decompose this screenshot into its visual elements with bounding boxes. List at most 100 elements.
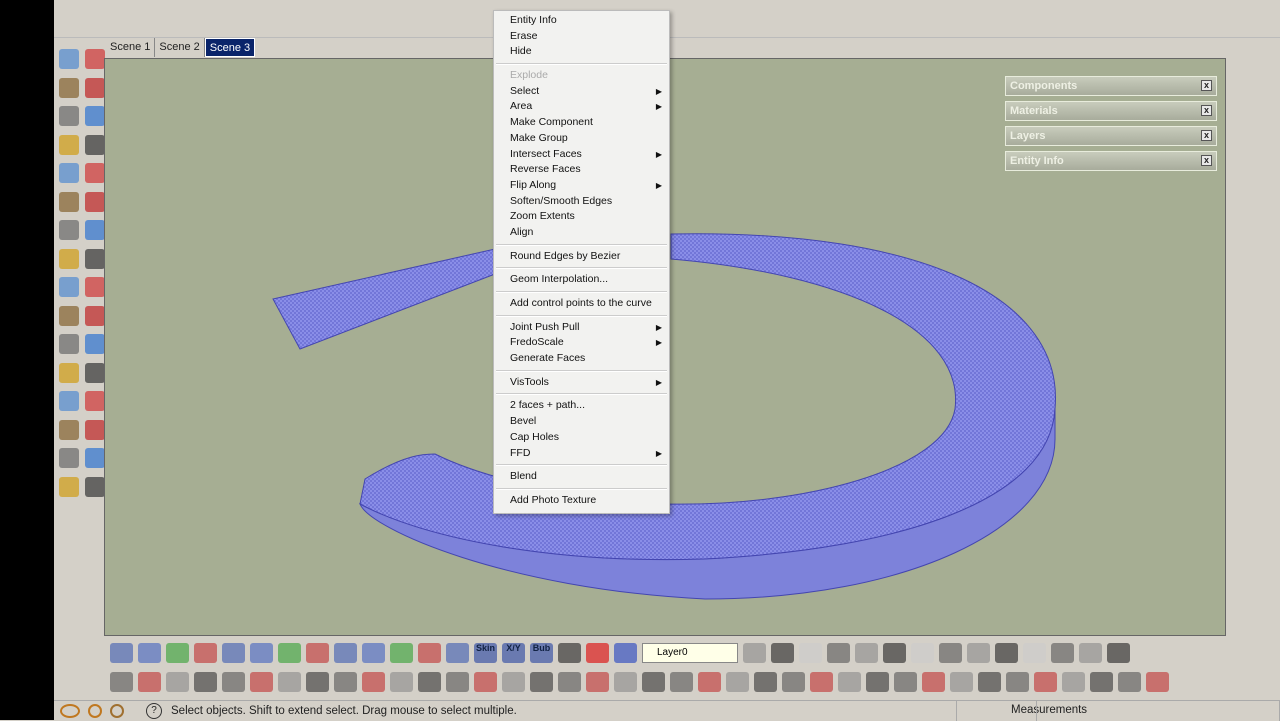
tool-icon[interactable] [390,643,413,663]
tool-icon[interactable] [85,220,105,240]
menu-item-bevel[interactable]: Bevel [494,414,669,430]
tool-icon[interactable] [418,672,441,692]
tool-icon[interactable] [362,672,385,692]
tool-icon[interactable] [278,643,301,663]
tool-icon[interactable] [866,672,889,692]
tool-icon[interactable] [390,672,413,692]
menu-item-erase[interactable]: Erase [494,29,669,45]
tool-icon[interactable] [530,672,553,692]
tool-icon[interactable] [334,643,357,663]
tool-icon[interactable] [855,643,878,663]
tool-icon[interactable] [810,672,833,692]
tool-icon[interactable] [922,672,945,692]
menu-item-blend[interactable]: Blend [494,469,669,485]
tool-icon[interactable] [194,672,217,692]
tool-icon[interactable] [1146,672,1169,692]
menu-item-align[interactable]: Align [494,225,669,241]
menu-item-intersect-faces[interactable]: Intersect Faces ▶ [494,147,669,163]
menu-item-ffd[interactable]: FFD ▶ [494,446,669,462]
tool-icon[interactable] [59,248,79,269]
tool-icon[interactable] [250,672,273,692]
menu-item-cap-holes[interactable]: Cap Holes [494,430,669,446]
tool-icon[interactable] [502,672,525,692]
tool-icon[interactable] [726,672,749,692]
menu-item-reverse-faces[interactable]: Reverse Faces [494,162,669,178]
tool-icon[interactable] [85,248,105,269]
tool-icon[interactable] [59,334,79,354]
tool-icon[interactable] [306,672,329,692]
bub-button[interactable]: Bub [530,643,553,663]
tool-icon[interactable] [995,643,1018,663]
menu-item-hide[interactable]: Hide [494,44,669,60]
tool-icon[interactable] [446,643,469,663]
tool-icon[interactable] [85,106,105,126]
tool-icon[interactable] [194,643,217,663]
tool-icon[interactable] [59,77,79,98]
tray-layers[interactable]: Layers x [1005,126,1217,146]
tool-icon[interactable] [59,106,79,126]
tool-icon[interactable] [85,191,105,212]
menu-item-entity-info[interactable]: Entity Info [494,13,669,29]
tool-icon[interactable] [85,134,105,155]
geo-icon[interactable] [60,703,80,718]
tab-scene-3[interactable]: Scene 3 [204,38,256,57]
menu-item-add-control-points-to-the-curve[interactable]: Add control points to the curve [494,296,669,312]
tool-icon[interactable] [1107,643,1130,663]
menu-item-fredoscale[interactable]: FredoScale ▶ [494,335,669,351]
tool-icon[interactable] [586,643,609,663]
tool-icon[interactable] [1023,643,1046,663]
skin-button[interactable]: Skin [474,643,497,663]
tool-icon[interactable] [418,643,441,663]
tool-icon[interactable] [1051,643,1074,663]
tool-icon[interactable] [911,643,934,663]
tool-icon[interactable] [939,643,962,663]
tool-icon[interactable] [59,448,79,468]
tool-icon[interactable] [446,672,469,692]
tool-icon[interactable] [59,305,79,326]
tool-icon[interactable] [59,49,79,69]
close-icon[interactable]: x [1201,80,1212,91]
tool-icon[interactable] [1034,672,1057,692]
tray-entity-info[interactable]: Entity Info x [1005,151,1217,171]
tool-icon[interactable] [222,672,245,692]
tool-icon[interactable] [1118,672,1141,692]
tool-icon[interactable] [85,391,105,411]
menu-item-add-photo-texture[interactable]: Add Photo Texture [494,493,669,509]
xy-button[interactable]: X/Y [502,643,525,663]
tool-icon[interactable] [110,672,133,692]
tool-icon[interactable] [85,305,105,326]
tool-icon[interactable] [978,672,1001,692]
menu-item-joint-push-pull[interactable]: Joint Push Pull ▶ [494,320,669,336]
tool-icon[interactable] [1090,672,1113,692]
user-icon[interactable] [110,703,124,718]
tool-icon[interactable] [59,220,79,240]
tool-icon[interactable] [138,643,161,663]
tool-icon[interactable] [59,391,79,411]
tool-icon[interactable] [558,643,581,663]
tool-icon[interactable] [614,643,637,663]
tool-icon[interactable] [586,672,609,692]
tool-icon[interactable] [1079,643,1102,663]
menu-item-select[interactable]: Select ▶ [494,84,669,100]
tool-icon[interactable] [166,672,189,692]
close-icon[interactable]: x [1201,130,1212,141]
close-icon[interactable]: x [1201,155,1212,166]
tool-icon[interactable] [85,362,105,383]
tool-icon[interactable] [85,163,105,183]
tool-icon[interactable] [827,643,850,663]
tool-icon[interactable] [670,672,693,692]
layer-select[interactable]: Layer0 [642,643,738,663]
tool-icon[interactable] [59,419,79,440]
tab-scene-2[interactable]: Scene 2 [155,38,205,57]
tool-icon[interactable] [59,476,79,497]
tool-icon[interactable] [85,334,105,354]
tray-components[interactable]: Components x [1005,76,1217,96]
tool-icon[interactable] [59,134,79,155]
menu-item-make-component[interactable]: Make Component [494,115,669,131]
tool-icon[interactable] [698,672,721,692]
tool-icon[interactable] [59,362,79,383]
tool-icon[interactable] [138,672,161,692]
menu-item-vistools[interactable]: VisTools ▶ [494,375,669,391]
tool-icon[interactable] [85,277,105,297]
tool-icon[interactable] [85,448,105,468]
